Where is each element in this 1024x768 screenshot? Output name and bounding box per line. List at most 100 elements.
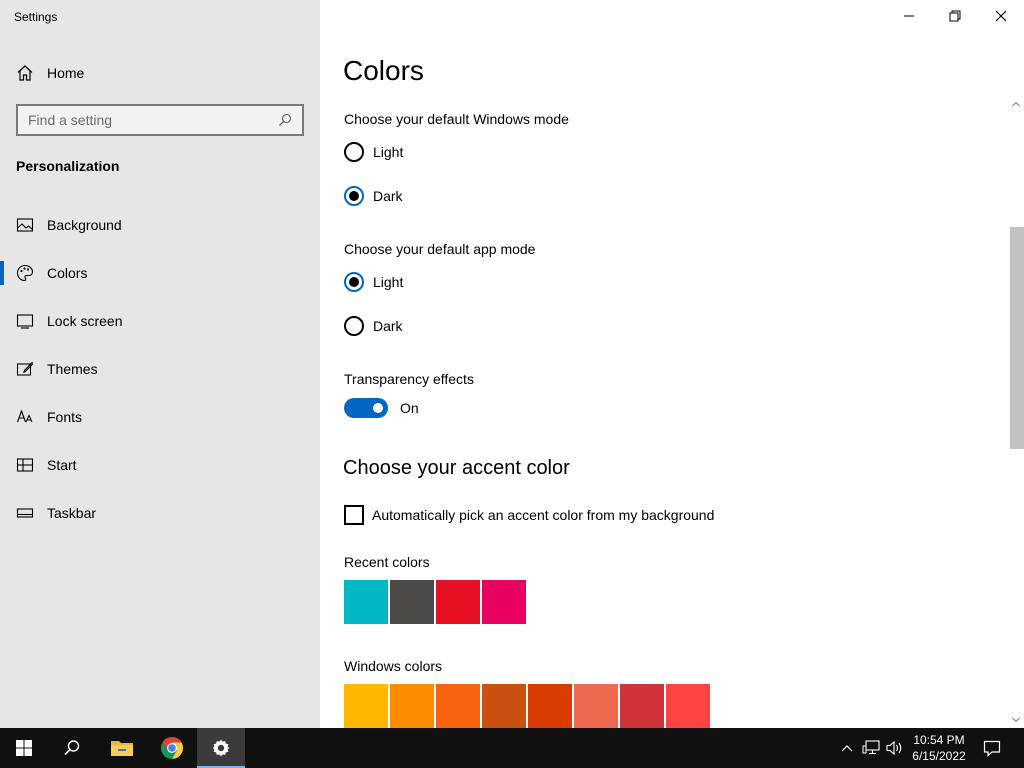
- volume-icon: [886, 740, 902, 756]
- windows-logo-icon: [16, 740, 32, 756]
- radio-button[interactable]: [344, 316, 364, 336]
- toggle-state-label: On: [400, 400, 419, 416]
- minimize-button[interactable]: [886, 0, 932, 32]
- scroll-up-button[interactable]: [1008, 96, 1024, 112]
- file-explorer-button[interactable]: [98, 728, 146, 768]
- sidebar-item-start[interactable]: Start: [0, 441, 320, 489]
- home-icon: [17, 65, 33, 81]
- chevron-up-icon: [1012, 101, 1020, 107]
- windows-mode-light-radio[interactable]: Light: [344, 140, 403, 164]
- sidebar-item-fonts[interactable]: Fonts: [0, 393, 320, 441]
- settings-taskbar-button[interactable]: [197, 728, 245, 768]
- transparency-label: Transparency effects: [344, 371, 474, 387]
- network-icon: [862, 740, 880, 755]
- windows-colors-swatches: [344, 684, 710, 728]
- chrome-button[interactable]: [148, 728, 196, 768]
- search-icon[interactable]: [278, 113, 292, 127]
- main-content: Colors Choose your default Windows mode …: [320, 0, 1024, 728]
- restore-icon: [949, 10, 961, 22]
- scrollbar-thumb[interactable]: [1010, 227, 1024, 449]
- taskbar-clock[interactable]: 10:54 PM 6/15/2022: [906, 732, 972, 764]
- sidebar-item-colors[interactable]: Colors: [0, 249, 320, 297]
- clock-time: 10:54 PM: [913, 733, 965, 747]
- windows-color-swatch[interactable]: [390, 684, 434, 728]
- section-heading: Personalization: [16, 158, 120, 174]
- windows-color-swatch[interactable]: [574, 684, 618, 728]
- sidebar: Settings Home Personalization Background…: [0, 0, 320, 728]
- recent-color-swatch[interactable]: [390, 580, 434, 624]
- sidebar-item-label: Colors: [47, 265, 88, 281]
- scroll-down-button[interactable]: [1008, 712, 1024, 728]
- windows-color-swatch[interactable]: [436, 684, 480, 728]
- chrome-icon: [160, 737, 184, 759]
- chevron-down-icon: [1012, 717, 1020, 723]
- page-title: Colors: [343, 55, 424, 86]
- chevron-up-icon: [841, 745, 853, 752]
- sidebar-item-taskbar[interactable]: Taskbar: [0, 489, 320, 537]
- show-hidden-icons-button[interactable]: [835, 728, 859, 768]
- sidebar-home[interactable]: Home: [0, 56, 320, 90]
- taskbar-icon: [16, 504, 34, 522]
- windows-color-swatch[interactable]: [666, 684, 710, 728]
- app-title: Settings: [14, 10, 58, 24]
- taskbar-search-button[interactable]: [48, 728, 96, 768]
- windows-color-swatch[interactable]: [344, 684, 388, 728]
- recent-colors-swatches: [344, 580, 526, 624]
- brush-icon: [16, 360, 34, 378]
- transparency-toggle[interactable]: [344, 398, 388, 418]
- accent-color-heading: Choose your accent color: [343, 457, 570, 479]
- radio-button[interactable]: [344, 186, 364, 206]
- vertical-scrollbar[interactable]: [1008, 96, 1024, 728]
- sidebar-item-label: Start: [47, 457, 77, 473]
- taskbar: 10:54 PM 6/15/2022: [0, 728, 1024, 768]
- notification-icon: [983, 740, 1001, 757]
- recent-color-swatch[interactable]: [482, 580, 526, 624]
- lock-screen-icon: [16, 312, 34, 330]
- app-mode-light-radio[interactable]: Light: [344, 270, 403, 294]
- windows-mode-label: Choose your default Windows mode: [344, 111, 569, 127]
- font-icon: [16, 408, 34, 426]
- recent-colors-label: Recent colors: [344, 554, 430, 570]
- sidebar-item-lock-screen[interactable]: Lock screen: [0, 297, 320, 345]
- home-label: Home: [47, 65, 85, 81]
- sidebar-item-label: Background: [47, 217, 122, 233]
- restore-button[interactable]: [932, 0, 978, 32]
- auto-accent-checkbox[interactable]: [344, 505, 364, 525]
- sidebar-item-themes[interactable]: Themes: [0, 345, 320, 393]
- sidebar-item-background[interactable]: Background: [0, 201, 320, 249]
- radio-label: Light: [373, 144, 404, 160]
- sidebar-nav: Background Colors Lock screen Themes Fon…: [0, 201, 320, 537]
- windows-color-swatch[interactable]: [482, 684, 526, 728]
- action-center-button[interactable]: [980, 728, 1004, 768]
- sidebar-item-label: Lock screen: [47, 313, 123, 329]
- search-input[interactable]: [18, 106, 278, 134]
- minimize-icon: [904, 15, 914, 17]
- volume-button[interactable]: [883, 728, 907, 768]
- transparency-toggle-row: On: [344, 398, 419, 418]
- app-mode-dark-radio[interactable]: Dark: [344, 314, 403, 338]
- close-button[interactable]: [978, 0, 1024, 32]
- search-box[interactable]: [16, 104, 304, 136]
- recent-color-swatch[interactable]: [344, 580, 388, 624]
- search-icon: [64, 740, 80, 756]
- recent-color-swatch[interactable]: [436, 580, 480, 624]
- start-icon: [16, 456, 34, 474]
- windows-mode-dark-radio[interactable]: Dark: [344, 184, 403, 208]
- palette-icon: [16, 264, 34, 282]
- windows-color-swatch[interactable]: [620, 684, 664, 728]
- file-explorer-icon: [111, 741, 133, 756]
- picture-icon: [16, 216, 34, 234]
- close-icon: [995, 10, 1007, 22]
- windows-color-swatch[interactable]: [528, 684, 572, 728]
- radio-label: Light: [373, 274, 404, 290]
- network-button[interactable]: [859, 728, 883, 768]
- sidebar-item-label: Fonts: [47, 409, 83, 425]
- sidebar-item-label: Taskbar: [47, 505, 97, 521]
- radio-button[interactable]: [344, 272, 364, 292]
- clock-date: 6/15/2022: [912, 749, 966, 763]
- app-mode-label: Choose your default app mode: [344, 241, 536, 257]
- auto-accent-checkbox-row[interactable]: Automatically pick an accent color from …: [344, 505, 714, 525]
- radio-button[interactable]: [344, 142, 364, 162]
- sidebar-item-label: Themes: [47, 361, 98, 377]
- start-button[interactable]: [0, 728, 48, 768]
